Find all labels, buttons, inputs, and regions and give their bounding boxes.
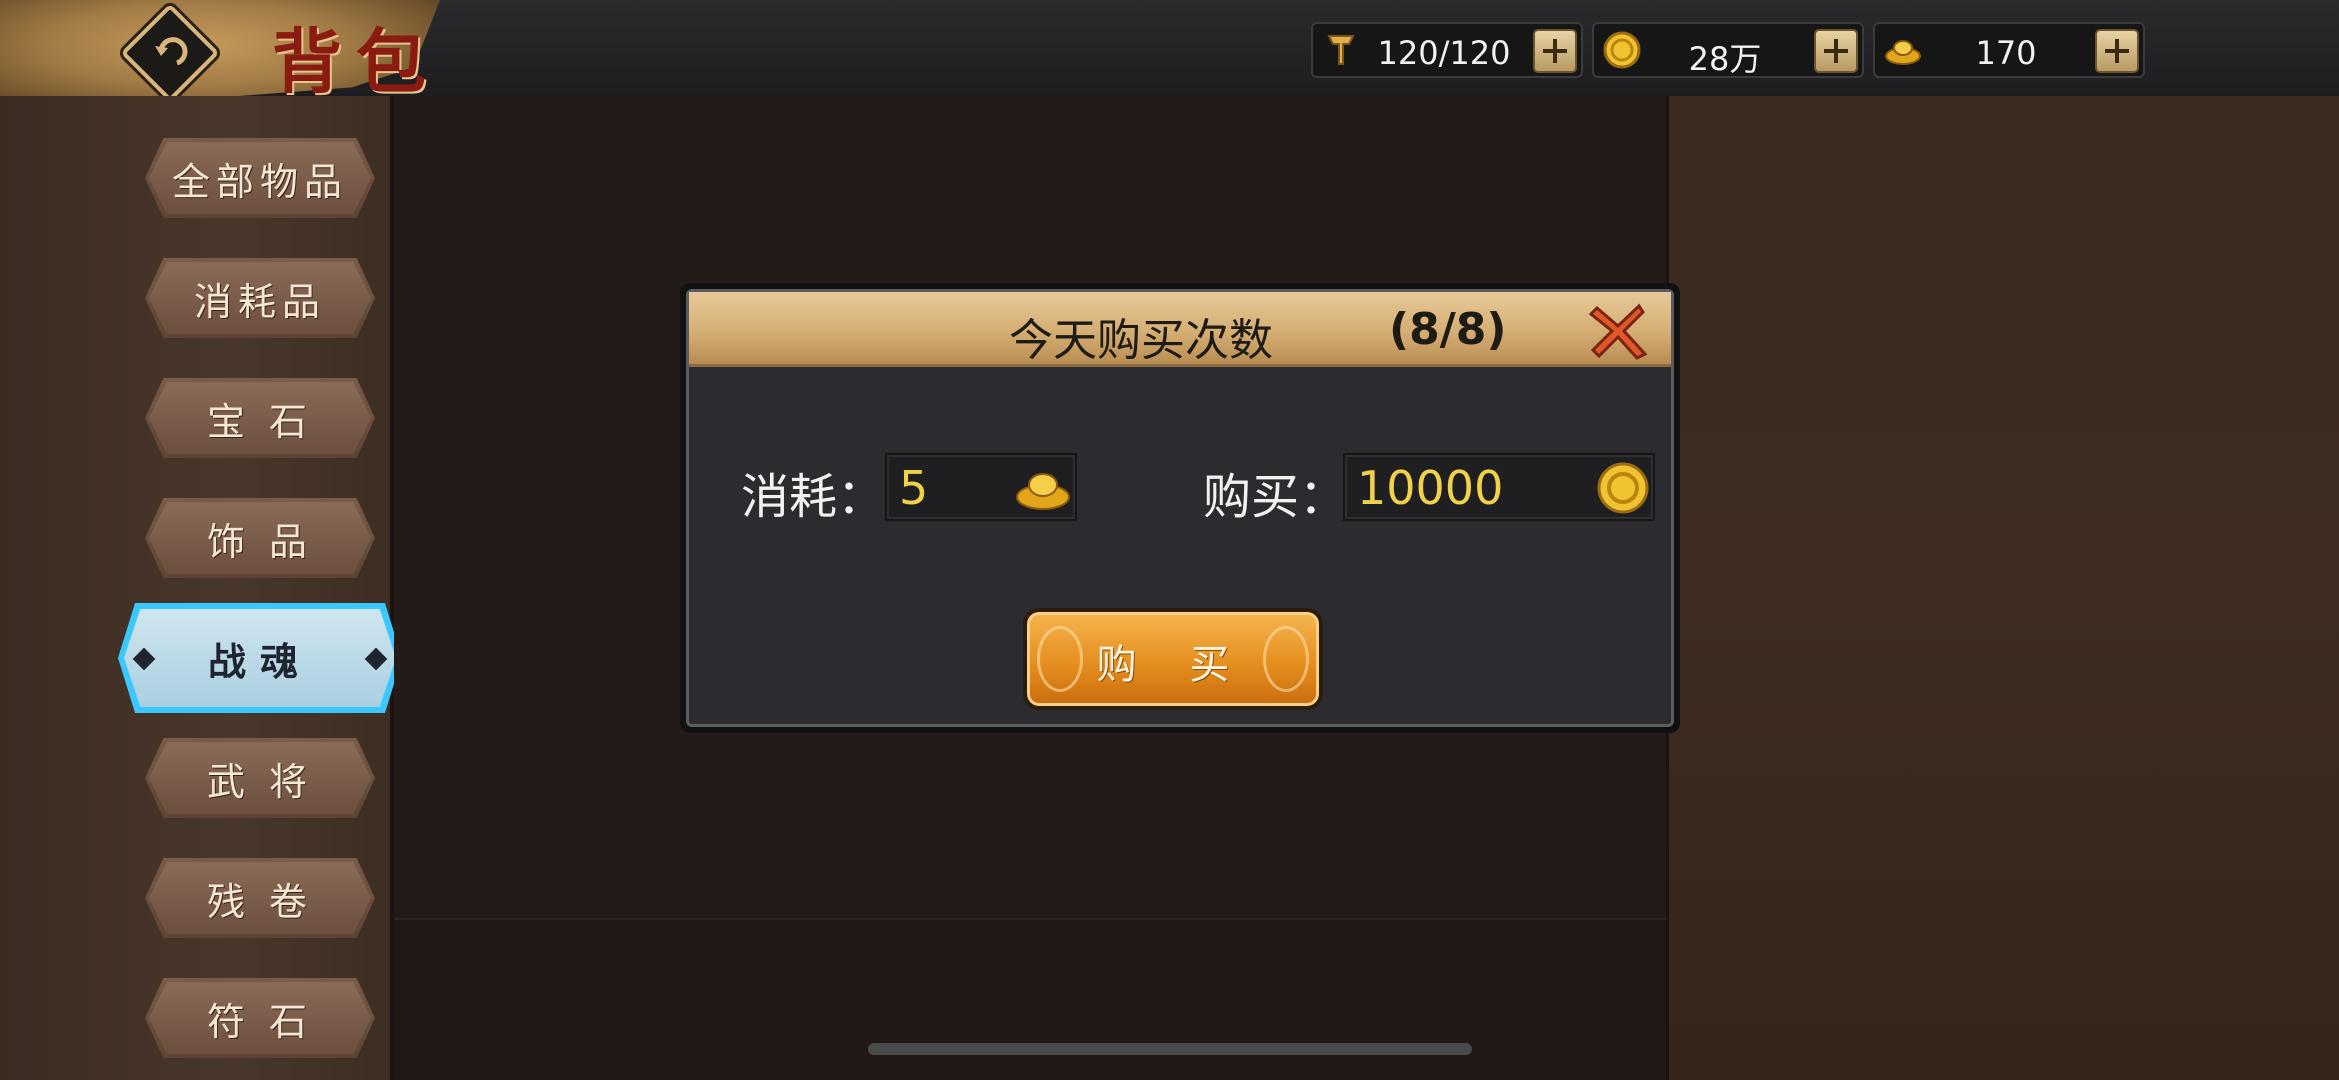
sidebar-item-label: 武 将 xyxy=(206,759,314,804)
buy-amount-label: 购买： xyxy=(1203,469,1348,525)
gold-coin-icon xyxy=(1597,462,1649,514)
back-arrow-icon xyxy=(155,37,188,66)
sidebar-item-accessories[interactable]: 饰 品 xyxy=(145,498,375,578)
sidebar-item-label: 符 石 xyxy=(206,999,314,1044)
dialog-header: 今天购买次数 (8/8) xyxy=(689,292,1671,367)
sidebar-item-runes[interactable]: 符 石 xyxy=(145,978,375,1058)
stamina-value: 120/120 xyxy=(1377,34,1511,72)
sidebar-item-fragments[interactable]: 残 卷 xyxy=(145,858,375,938)
grid-footer xyxy=(394,918,1666,1080)
stamina-resource: 120/120 xyxy=(1311,22,1583,78)
sidebar-item-label: 残 卷 xyxy=(206,879,314,924)
sword-banner-icon xyxy=(1327,35,1355,65)
gold-coin-icon xyxy=(1603,31,1641,69)
ingots-value: 170 xyxy=(1975,34,2037,72)
gold-ingot-icon xyxy=(1016,473,1070,510)
page-title: 背包 xyxy=(272,20,440,103)
coins-value: 28万 xyxy=(1688,40,1762,78)
add-coins-button[interactable] xyxy=(1814,29,1858,73)
gold-ingot-icon xyxy=(1885,40,1921,65)
sidebar-item-all[interactable]: 全部物品 xyxy=(145,138,375,218)
item-detail-panel xyxy=(1666,96,2339,1080)
buy-amount-field: 10000 xyxy=(1343,453,1655,521)
sidebar-item-generals[interactable]: 武 将 xyxy=(145,738,375,818)
sidebar-item-label: 消耗品 xyxy=(193,279,326,324)
selected-marker-icon xyxy=(364,647,388,671)
selected-marker-icon xyxy=(132,647,156,671)
buy-amount-value: 10000 xyxy=(1357,461,1504,515)
purchase-count: (8/8) xyxy=(1389,304,1507,355)
sidebar-item-war-soul[interactable]: 战魂 xyxy=(118,603,402,713)
home-indicator[interactable] xyxy=(868,1043,1472,1055)
add-ingots-button[interactable] xyxy=(2095,29,2139,73)
category-sidebar: 全部物品 消耗品 宝 石 饰 品 战魂 武 将 残 卷 符 石 xyxy=(0,96,402,1080)
close-icon[interactable] xyxy=(1587,300,1649,362)
cost-field: 5 xyxy=(885,453,1077,521)
buy-button[interactable]: 购 买 xyxy=(1023,608,1323,710)
sidebar-item-label: 战魂 xyxy=(207,639,312,684)
ingots-resource: 170 xyxy=(1873,22,2145,78)
top-bar: 背包 120/120 28万 170 xyxy=(0,0,2339,112)
cost-label: 消耗： xyxy=(741,469,886,525)
sidebar-item-gems[interactable]: 宝 石 xyxy=(145,378,375,458)
cost-value: 5 xyxy=(899,461,929,515)
sidebar-item-label: 宝 石 xyxy=(206,399,314,444)
coins-resource: 28万 xyxy=(1592,22,1864,78)
purchase-dialog: 今天购买次数 (8/8) 消耗： 5 购买： 10000 购 买 xyxy=(680,283,1680,733)
sidebar-item-consumables[interactable]: 消耗品 xyxy=(145,258,375,338)
dialog-title: 今天购买次数 xyxy=(1009,315,1273,366)
sidebar-item-label: 全部物品 xyxy=(171,159,348,204)
add-stamina-button[interactable] xyxy=(1533,29,1577,73)
sidebar-item-label: 饰 品 xyxy=(206,519,314,564)
buy-button-label: 购 买 xyxy=(1096,642,1250,688)
